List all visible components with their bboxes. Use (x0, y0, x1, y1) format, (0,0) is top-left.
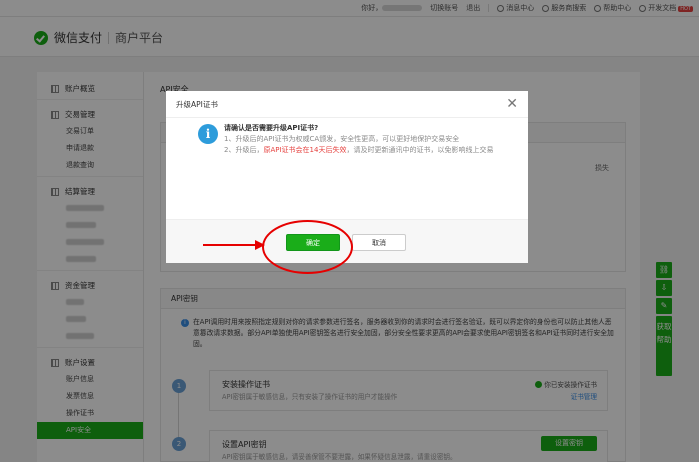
annotation-arrow-icon (203, 240, 265, 250)
dialog-line-2: 2、升级后，原API证书会在14天后失效，请及时更新通讯中的证书，以免影响线上交… (224, 146, 494, 154)
dialog-message: 请确认是否需要升级API证书? 1、升级后的API证书为权威CA颁发，安全性更高… (224, 123, 514, 156)
info-icon: i (198, 124, 218, 144)
dialog-line-1: 1、升级后的API证书为权威CA颁发，安全性更高，可以更好地保护交易安全 (224, 135, 460, 143)
expiry-warning: 原API证书会在14天后失效 (263, 146, 347, 154)
annotation-circle (262, 220, 353, 274)
cancel-button[interactable]: 取消 (352, 234, 406, 251)
dialog-title: 升级API证书 (176, 100, 218, 109)
dialog-question: 请确认是否需要升级API证书? (224, 124, 319, 132)
dialog-header: 升级API证书 ✕ (166, 91, 528, 118)
close-icon[interactable]: ✕ (506, 91, 518, 118)
